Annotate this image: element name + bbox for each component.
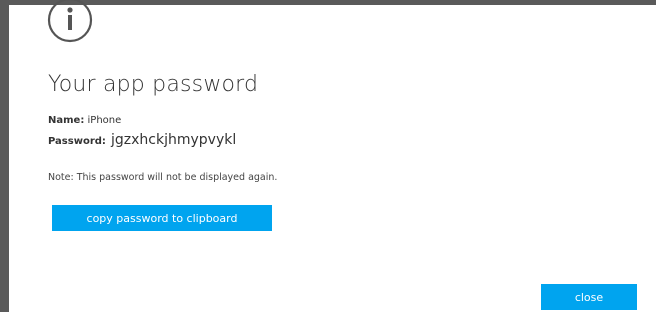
copy-password-button[interactable]: copy password to clipboard: [52, 205, 272, 231]
password-row: Password: jgzxhckjhmypvykl: [48, 129, 236, 148]
info-icon: [47, 0, 93, 43]
name-label: Name:: [48, 115, 85, 126]
password-note: Note: This password will not be displaye…: [48, 172, 278, 183]
dialog-title: Your app password: [48, 72, 259, 97]
password-label: Password:: [48, 136, 106, 147]
name-value: iPhone: [87, 115, 122, 126]
app-password-dialog: Your app password Name: iPhone Password:…: [0, 0, 656, 312]
close-button[interactable]: close: [541, 284, 637, 310]
password-value: jgzxhckjhmypvykl: [111, 132, 237, 148]
window-left-border: [0, 0, 9, 312]
window-top-border: [0, 0, 656, 5]
name-row: Name: iPhone: [48, 115, 121, 126]
